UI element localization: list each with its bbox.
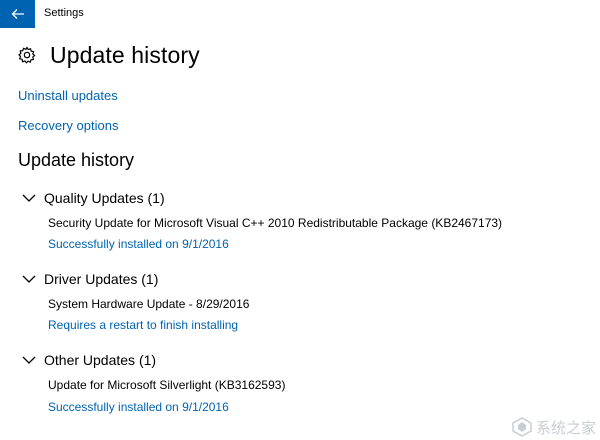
- update-item-name: System Hardware Update - 8/29/2016: [48, 297, 250, 311]
- section-title: Update history: [18, 150, 135, 170]
- page-title: Update history: [50, 41, 200, 68]
- group-other-updates[interactable]: Other Updates (1): [22, 352, 156, 368]
- group-quality-updates[interactable]: Quality Updates (1): [22, 190, 165, 206]
- chevron-down-icon: [22, 194, 36, 202]
- update-item-status-link[interactable]: Successfully installed on 9/1/2016: [48, 237, 229, 251]
- gear-icon: [18, 46, 36, 64]
- group-label: Quality Updates (1): [44, 190, 165, 206]
- update-item-name: Update for Microsoft Silverlight (KB3162…: [48, 378, 286, 392]
- chevron-down-icon: [22, 275, 36, 283]
- uninstall-updates-link[interactable]: Uninstall updates: [18, 88, 118, 103]
- watermark-text: 系统之家: [535, 419, 596, 437]
- chevron-down-icon: [22, 356, 36, 364]
- watermark: 系统之家: [511, 416, 596, 438]
- group-label: Driver Updates (1): [44, 271, 159, 287]
- update-item-status-link[interactable]: Requires a restart to finish installing: [48, 318, 238, 332]
- page-header: Update history: [18, 40, 200, 70]
- back-arrow-icon: [11, 9, 24, 19]
- update-item-status-link[interactable]: Successfully installed on 9/1/2016: [48, 400, 229, 414]
- recovery-options-link[interactable]: Recovery options: [18, 118, 118, 133]
- update-item-name: Security Update for Microsoft Visual C++…: [48, 216, 503, 230]
- back-button[interactable]: [0, 0, 35, 28]
- title-bar: Settings: [0, 0, 600, 28]
- watermark-logo-icon: [512, 417, 532, 437]
- window-title: Settings: [44, 7, 84, 19]
- group-label: Other Updates (1): [44, 352, 157, 368]
- group-driver-updates[interactable]: Driver Updates (1): [22, 271, 158, 287]
